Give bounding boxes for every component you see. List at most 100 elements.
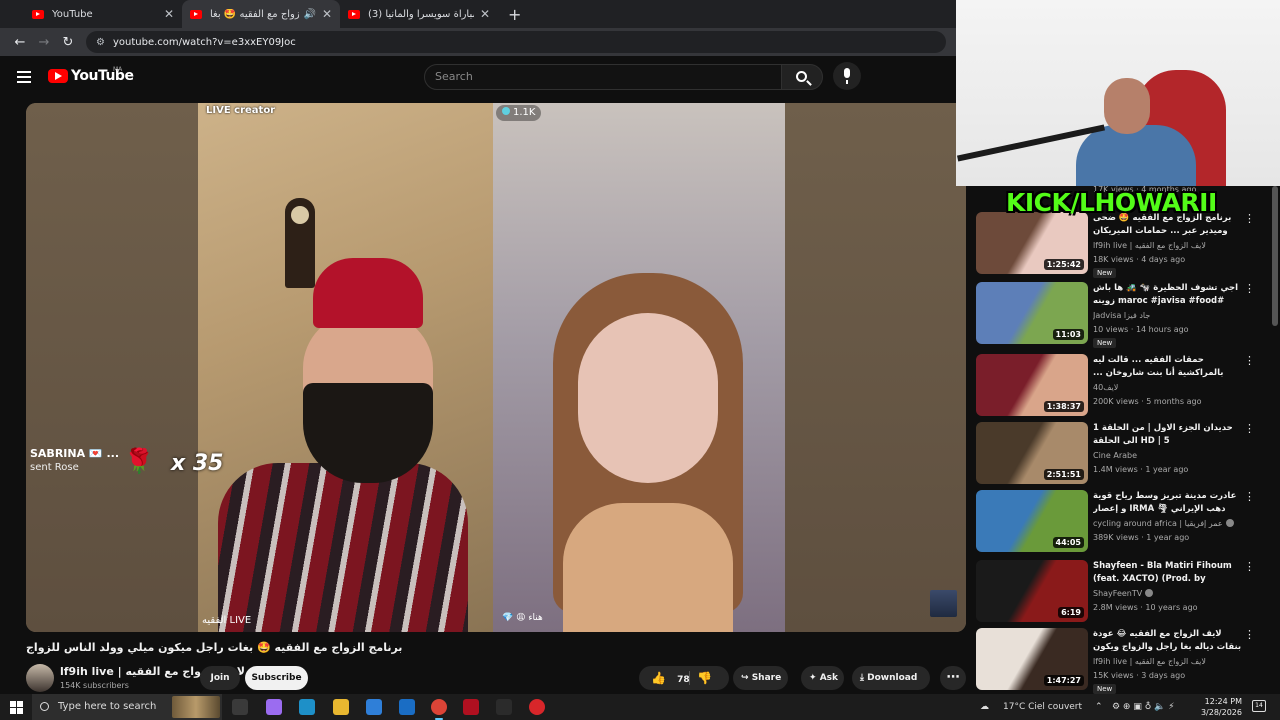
voice-search-icon[interactable]	[833, 62, 861, 90]
rec-thumbnail[interactable]: 1:38:37	[976, 354, 1088, 416]
like-count[interactable]: 78	[677, 675, 690, 685]
rec-title[interactable]: عادرت مدينة تبريز وسط رياح قوية و إعصار …	[1093, 490, 1243, 516]
tray-chevron-icon[interactable]: ⌃	[1095, 694, 1103, 720]
channel-watermark[interactable]	[930, 590, 957, 617]
app-red-icon[interactable]	[463, 699, 479, 715]
rec-thumbnail[interactable]: 1:47:27	[976, 628, 1088, 690]
recommendation-card[interactable]: 6:19 Shayfeen - Bla Matiri Fihoum (feat. …	[976, 560, 1266, 622]
rec-duration: 2:51:51	[1043, 469, 1084, 480]
search-button[interactable]	[781, 64, 823, 90]
recommendation-card[interactable]: 1:38:37 حمقات الفقيه ... قالت ليه بالمراك…	[976, 354, 1266, 416]
more-actions-icon[interactable]: ⋯	[940, 666, 966, 690]
host-figure	[218, 253, 468, 632]
rec-title[interactable]: اجي تشوف الحظيرة 🐄 🚜 ها باش زوينه maroc …	[1093, 282, 1243, 308]
rec-channel[interactable]: Jadvisa جاد فيزا	[1093, 311, 1243, 320]
new-tab-button[interactable]: +	[508, 5, 521, 24]
tab-current-video[interactable]: برنامج الزواج مع الفقيه 🤩 بغا... 🔊 ✕	[182, 0, 340, 28]
obs-icon[interactable]	[529, 699, 545, 715]
youtube-logo-icon[interactable]	[48, 69, 68, 83]
taskbar-search[interactable]: Type here to search	[32, 694, 222, 720]
download-button[interactable]: ⤓ Download	[852, 666, 930, 690]
rec-channel[interactable]: لايف40	[1093, 383, 1243, 392]
menu-icon[interactable]	[17, 71, 31, 83]
recommendation-card[interactable]: 11:03 اجي تشوف الحظيرة 🐄 🚜 ها باش زوينه m…	[976, 282, 1266, 348]
tab-label: YouTube	[52, 8, 93, 20]
ask-button[interactable]: ✦ Ask	[801, 666, 844, 690]
rec-thumbnail[interactable]: 44:05	[976, 490, 1088, 552]
youtube-header: YouTube MA Search	[0, 56, 956, 100]
tab-close-icon[interactable]: ✕	[164, 7, 174, 21]
share-label: Share	[751, 673, 782, 683]
rec-thumbnail[interactable]: 6:19	[976, 560, 1088, 622]
store-icon[interactable]	[366, 699, 382, 715]
chrome-icon[interactable]	[431, 699, 447, 720]
tab-youtube[interactable]: YouTube ✕	[24, 0, 182, 28]
rec-title[interactable]: لايف الزواج مع الفقيه 😂 عودة بنقات دياله…	[1093, 628, 1243, 654]
dislike-icon[interactable]: 👎	[697, 666, 712, 690]
file-explorer-icon[interactable]	[333, 699, 349, 715]
youtube-favicon-icon	[32, 9, 44, 19]
live-camera-left	[198, 103, 493, 632]
rec-more-icon[interactable]: ⋮	[1244, 212, 1255, 225]
rec-title[interactable]: Shayfeen - Bla Matiri Fihoum (feat. XACT…	[1093, 560, 1243, 586]
youtube-favicon-icon	[348, 9, 360, 19]
reload-button[interactable]: ↻	[56, 35, 80, 50]
forward-button[interactable]: →	[32, 35, 56, 50]
rec-channel[interactable]: lf9ih live | لايف الزواج مع الفقيه	[1093, 657, 1243, 666]
recommendation-card[interactable]: 2:51:51 حديدان الجزء الاول | من الحلقة 1 …	[976, 422, 1266, 484]
recommendation-card[interactable]: 1:47:27 لايف الزواج مع الفقيه 😂 عودة بنقا…	[976, 628, 1266, 694]
download-icon: ⤓	[860, 673, 864, 683]
channel-avatar[interactable]	[26, 664, 54, 692]
notifications-icon[interactable]: 14	[1252, 700, 1266, 712]
rec-more-icon[interactable]: ⋮	[1244, 560, 1255, 573]
rec-meta: 389K views · 1 year ago	[1093, 533, 1190, 542]
clock-time: 12:24 PM	[1204, 697, 1242, 706]
rose-icon: 🌹	[124, 447, 154, 475]
rec-thumbnail[interactable]: 11:03	[976, 282, 1088, 344]
url-field[interactable]: ⚙ youtube.com/watch?v=e3xxEY09Joc	[86, 31, 946, 53]
rec-channel[interactable]: cycling around africa | عمر إفريقيا	[1093, 519, 1243, 528]
rec-channel[interactable]: lf9ih live | لايف الزواج مع الفقيه	[1093, 241, 1243, 250]
rec-channel[interactable]: ShayFeenTV	[1093, 589, 1243, 598]
sparkle-icon: ✦	[809, 673, 817, 683]
recommendation-card[interactable]: 44:05 عادرت مدينة تبريز وسط رياح قوية و إ…	[976, 490, 1266, 552]
search-input[interactable]: Search	[424, 64, 782, 90]
subscribe-button[interactable]: Subscribe	[245, 666, 308, 690]
rec-duration: 44:05	[1052, 537, 1084, 548]
outlook-icon[interactable]	[399, 699, 415, 715]
rec-duration: 1:38:37	[1043, 401, 1084, 412]
gift-action: sent Rose	[30, 462, 79, 473]
task-view-icon[interactable]	[232, 699, 248, 715]
rec-title[interactable]: حديدان الجزء الاول | من الحلقة 1 الى الح…	[1093, 422, 1243, 448]
weather-icon[interactable]: ☁	[980, 694, 989, 720]
like-icon[interactable]: 👍	[651, 671, 666, 685]
video-player[interactable]: LIVE creator 1.1K SABRINA 💌 ... sent Ros…	[26, 103, 966, 632]
weather-text[interactable]: 17°C Ciel couvert	[1003, 694, 1082, 720]
rec-more-icon[interactable]: ⋮	[1244, 628, 1255, 641]
rec-thumbnail[interactable]: 2:51:51	[976, 422, 1088, 484]
share-button[interactable]: ↪ Share	[733, 666, 788, 690]
edge-icon[interactable]	[299, 699, 315, 715]
youtube-wordmark[interactable]: YouTube	[71, 68, 134, 84]
rec-more-icon[interactable]: ⋮	[1244, 490, 1255, 503]
windows-start-icon[interactable]	[10, 701, 23, 714]
rec-more-icon[interactable]: ⋮	[1244, 354, 1255, 367]
scrollbar[interactable]	[1272, 186, 1278, 326]
search-highlight-image	[172, 696, 220, 718]
rec-more-icon[interactable]: ⋮	[1244, 282, 1255, 295]
rec-title[interactable]: حمقات الفقيه ... قالت ليه بالمراكشية أنا…	[1093, 354, 1243, 380]
tab-close-icon[interactable]: ✕	[322, 7, 332, 21]
tab-close-icon[interactable]: ✕	[480, 7, 490, 21]
back-button[interactable]: ←	[8, 35, 32, 50]
site-info-icon[interactable]: ⚙	[96, 37, 105, 48]
tray-icons[interactable]: ⚙ ⊕ ▣ ♁ 🔈 ⚡	[1112, 694, 1175, 720]
recommendations-list: 17K views · 4 months ago 1:25:42 برنامج ا…	[966, 186, 1272, 694]
speaker-icon[interactable]: 🔊	[303, 9, 315, 20]
taskbar-clock[interactable]: 12:24 PM 3/28/2026	[1196, 696, 1242, 718]
rec-channel[interactable]: Cine Arabe	[1093, 451, 1243, 460]
join-button[interactable]: Join	[200, 666, 240, 690]
rec-more-icon[interactable]: ⋮	[1244, 422, 1255, 435]
copilot-icon[interactable]	[266, 699, 282, 715]
4k-downloader-icon[interactable]	[496, 699, 512, 715]
tab-match-summary[interactable]: (3) ملخص مباراة سويسرا وألمانيا ✕	[340, 0, 498, 28]
